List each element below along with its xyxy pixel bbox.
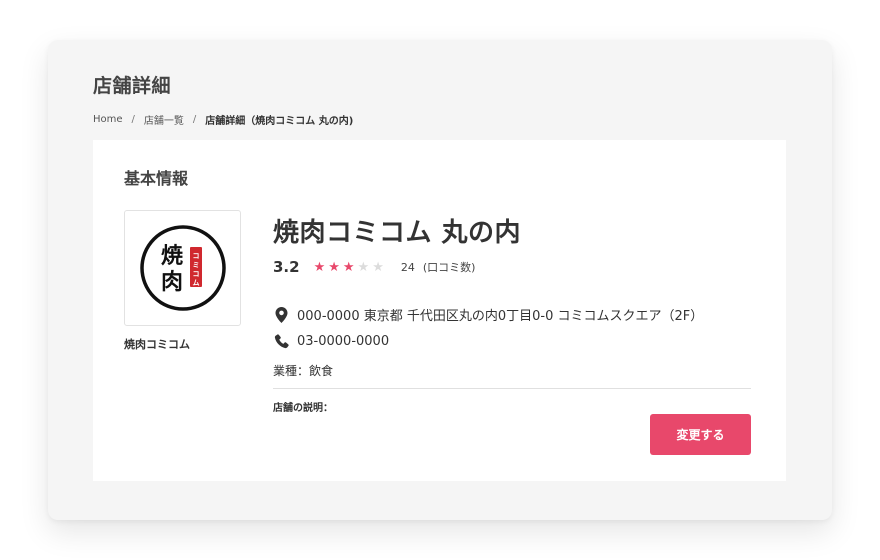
section-title: 基本情報	[124, 169, 189, 188]
edit-button[interactable]: 変更する	[650, 414, 751, 455]
star-icon: ★	[342, 259, 355, 275]
store-logo: 焼 肉 コ ミ コ ム	[124, 210, 241, 326]
rating-score: 3.2	[273, 258, 300, 276]
review-count: 24	[400, 260, 415, 274]
address-row: 000-0000 東京都 千代田区丸の内0丁目0-0 コミコムスクエア（2F）	[273, 305, 703, 324]
logo-main-char-1: 焼	[160, 243, 182, 269]
star-icon: ★	[313, 259, 326, 275]
store-name: 焼肉コミコム 丸の内	[273, 218, 522, 248]
map-pin-icon	[273, 306, 289, 323]
star-rating: ★ ★ ★ ★ ★	[314, 261, 387, 274]
phone-icon	[273, 333, 289, 349]
breadcrumb: Home / 店舗一覧 / 店舗詳細（焼肉コミコム 丸の内)	[93, 112, 353, 127]
breadcrumb-home[interactable]: Home	[93, 114, 123, 125]
svg-text:ム: ム	[192, 279, 199, 287]
svg-text:ミ: ミ	[192, 261, 199, 269]
logo-main-char-2: 肉	[160, 269, 182, 295]
svg-text:コ: コ	[192, 270, 199, 278]
breadcrumb-separator: /	[192, 114, 197, 125]
rating-row: 3.2 ★ ★ ★ ★ ★ 24 (口コミ数)	[273, 258, 475, 276]
genre-row: 業種： 飲食	[273, 362, 333, 379]
review-count-label: (口コミ数)	[422, 261, 476, 274]
breadcrumb-current: 店舗詳細（焼肉コミコム 丸の内)	[205, 116, 354, 127]
phone-row: 03-0000-0000	[273, 333, 389, 349]
breadcrumb-store-list[interactable]: 店舗一覧	[144, 112, 184, 127]
yakiniku-logo-icon: 焼 肉 コ ミ コ ム	[139, 225, 226, 311]
page-title: 店舗詳細	[93, 75, 172, 97]
svg-text:コ: コ	[192, 252, 199, 260]
basic-info-card: 基本情報 焼 肉 コ ミ コ ム 焼肉コミコム 焼肉コミコム 丸の内 3.2 ★…	[93, 140, 786, 481]
star-icon: ★	[328, 259, 340, 275]
store-phone: 03-0000-0000	[297, 333, 390, 349]
star-icon: ★	[372, 259, 384, 275]
genre-label: 業種：	[273, 364, 310, 378]
divider	[273, 388, 751, 389]
logo-caption: 焼肉コミコム	[124, 338, 190, 351]
store-address: 000-0000 東京都 千代田区丸の内0丁目0-0 コミコムスクエア（2F）	[297, 309, 704, 324]
star-icon: ★	[357, 259, 370, 275]
store-detail-panel: 店舗詳細 Home / 店舗一覧 / 店舗詳細（焼肉コミコム 丸の内) 基本情報…	[48, 40, 832, 520]
genre-value: 飲食	[309, 364, 334, 378]
breadcrumb-separator: /	[131, 114, 135, 125]
description-label: 店舗の説明：	[273, 403, 333, 414]
